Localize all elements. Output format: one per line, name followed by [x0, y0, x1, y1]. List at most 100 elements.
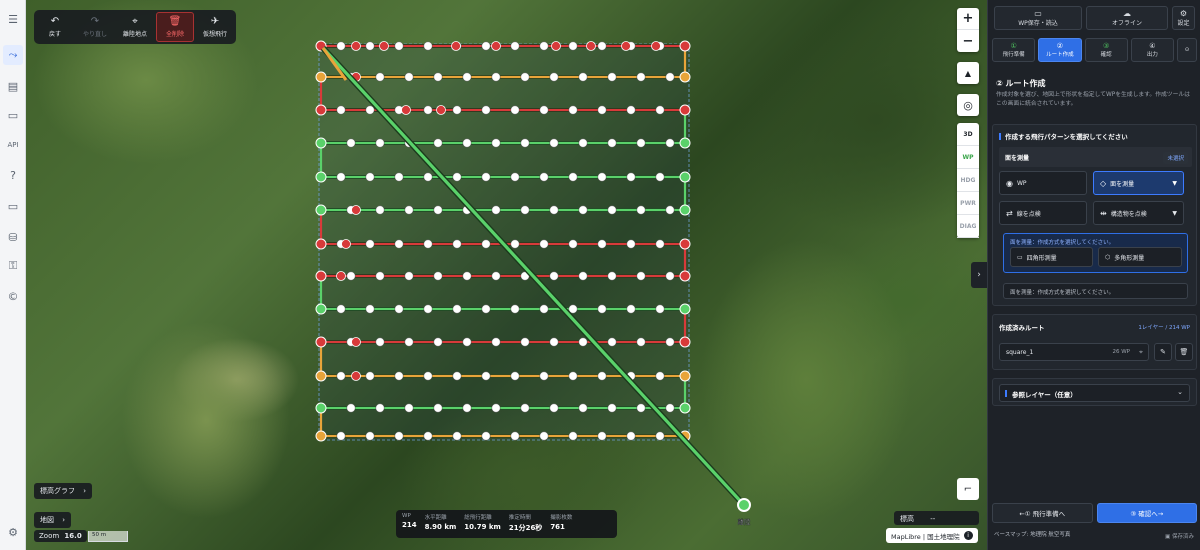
- photo-marker[interactable]: [462, 403, 472, 413]
- waypoint[interactable]: [315, 370, 327, 382]
- api-icon[interactable]: API: [3, 135, 23, 155]
- photo-marker[interactable]: [520, 72, 530, 82]
- photo-marker[interactable]: [636, 271, 646, 281]
- photo-marker[interactable]: [481, 371, 491, 381]
- waypoint[interactable]: [315, 303, 327, 315]
- photo-marker[interactable]: [452, 239, 462, 249]
- photo-marker[interactable]: [491, 337, 501, 347]
- photo-marker[interactable]: [597, 172, 607, 182]
- photo-marker[interactable]: [636, 403, 646, 413]
- rect-survey-button[interactable]: ▭ 四角形測量: [1010, 247, 1093, 267]
- photo-marker[interactable]: [520, 337, 530, 347]
- photo-marker[interactable]: [549, 271, 559, 281]
- photo-marker[interactable]: [452, 304, 462, 314]
- draw-tool-button[interactable]: ⌐: [957, 478, 979, 500]
- photo-marker[interactable]: [481, 431, 491, 441]
- panel-collapse-button[interactable]: ›: [971, 262, 987, 288]
- photo-marker[interactable]: [336, 371, 346, 381]
- photo-marker[interactable]: [510, 239, 520, 249]
- virtual-flight-button[interactable]: ✈ 仮想飛行: [196, 12, 234, 42]
- photo-marker[interactable]: [626, 105, 636, 115]
- photo-marker[interactable]: [636, 205, 646, 215]
- photo-marker[interactable]: [607, 403, 617, 413]
- photo-marker[interactable]: [510, 172, 520, 182]
- delete-all-button[interactable]: 🗑 全削除: [156, 12, 194, 42]
- waypoint[interactable]: [315, 104, 327, 116]
- photo-marker[interactable]: [365, 371, 375, 381]
- waypoint[interactable]: [315, 402, 327, 414]
- photo-marker[interactable]: [655, 105, 665, 115]
- settings-button[interactable]: ⚙ 設定: [1172, 6, 1195, 30]
- layer-pwr-toggle[interactable]: PWR: [957, 192, 979, 215]
- photo-marker[interactable]: [452, 105, 462, 115]
- waypoint[interactable]: [315, 204, 327, 216]
- photo-marker[interactable]: [375, 337, 385, 347]
- photo-marker[interactable]: [336, 431, 346, 441]
- photo-marker[interactable]: [626, 304, 636, 314]
- photo-marker[interactable]: [597, 431, 607, 441]
- photo-marker[interactable]: [375, 205, 385, 215]
- waypoint[interactable]: [679, 137, 691, 149]
- waypoint[interactable]: [679, 336, 691, 348]
- waypoint[interactable]: [379, 41, 389, 51]
- photo-marker[interactable]: [597, 304, 607, 314]
- waypoint[interactable]: [315, 270, 327, 282]
- photo-marker[interactable]: [423, 239, 433, 249]
- photo-marker[interactable]: [462, 271, 472, 281]
- photo-marker[interactable]: [346, 403, 356, 413]
- photo-marker[interactable]: [365, 431, 375, 441]
- photo-marker[interactable]: [520, 205, 530, 215]
- key-icon[interactable]: ⚿: [3, 256, 23, 276]
- pattern-option-1[interactable]: ◉ WP: [999, 171, 1087, 195]
- photo-marker[interactable]: [568, 105, 578, 115]
- photo-marker[interactable]: [520, 138, 530, 148]
- photo-marker[interactable]: [394, 304, 404, 314]
- photo-marker[interactable]: [578, 403, 588, 413]
- photo-marker[interactable]: [365, 105, 375, 115]
- photo-marker[interactable]: [365, 172, 375, 182]
- photo-marker[interactable]: [433, 205, 443, 215]
- edit-route-button[interactable]: ✎: [1154, 343, 1172, 361]
- photo-marker[interactable]: [394, 239, 404, 249]
- undo-button[interactable]: ↶ 戻す: [36, 12, 74, 42]
- waypoint[interactable]: [315, 238, 327, 250]
- target-icon[interactable]: ⌖: [1139, 348, 1143, 357]
- waypoint[interactable]: [351, 371, 361, 381]
- waypoint[interactable]: [679, 104, 691, 116]
- photo-marker[interactable]: [346, 271, 356, 281]
- waypoint[interactable]: [679, 171, 691, 183]
- photo-marker[interactable]: [375, 271, 385, 281]
- photo-marker[interactable]: [636, 138, 646, 148]
- save-load-button[interactable]: ▭ WP保存・読込: [994, 6, 1082, 30]
- photo-marker[interactable]: [404, 205, 414, 215]
- photo-marker[interactable]: [578, 205, 588, 215]
- photo-marker[interactable]: [404, 337, 414, 347]
- photo-marker[interactable]: [404, 72, 414, 82]
- waypoint[interactable]: [351, 337, 361, 347]
- layer-wp-toggle[interactable]: WP: [957, 146, 979, 169]
- photo-marker[interactable]: [655, 172, 665, 182]
- photo-marker[interactable]: [336, 172, 346, 182]
- step-tab-1[interactable]: ① 飛行準備: [992, 38, 1036, 62]
- waypoint[interactable]: [551, 41, 561, 51]
- takeoff-point-button[interactable]: ⌖ 離陸地点: [116, 12, 154, 42]
- delete-route-button[interactable]: 🗑: [1175, 343, 1193, 361]
- photo-marker[interactable]: [452, 172, 462, 182]
- elevation-graph-button[interactable]: 標高グラフ ›: [34, 483, 93, 499]
- waypoint[interactable]: [351, 41, 361, 51]
- layer-3d-toggle[interactable]: 3D: [957, 123, 979, 146]
- zoom-out-button[interactable]: −: [957, 30, 979, 52]
- photo-marker[interactable]: [433, 138, 443, 148]
- pattern-option-4[interactable]: ⇹ 構造物を点検 ▼: [1093, 201, 1184, 225]
- waypoint[interactable]: [436, 105, 446, 115]
- document-icon[interactable]: ▤: [3, 76, 23, 96]
- locate-button[interactable]: ◎: [957, 94, 979, 116]
- waypoint[interactable]: [451, 41, 461, 51]
- photo-marker[interactable]: [394, 371, 404, 381]
- settings-icon[interactable]: ⚙: [3, 522, 23, 542]
- photo-marker[interactable]: [665, 205, 675, 215]
- photo-marker[interactable]: [636, 72, 646, 82]
- photo-marker[interactable]: [510, 105, 520, 115]
- photo-marker[interactable]: [665, 72, 675, 82]
- info-icon[interactable]: i: [963, 531, 973, 540]
